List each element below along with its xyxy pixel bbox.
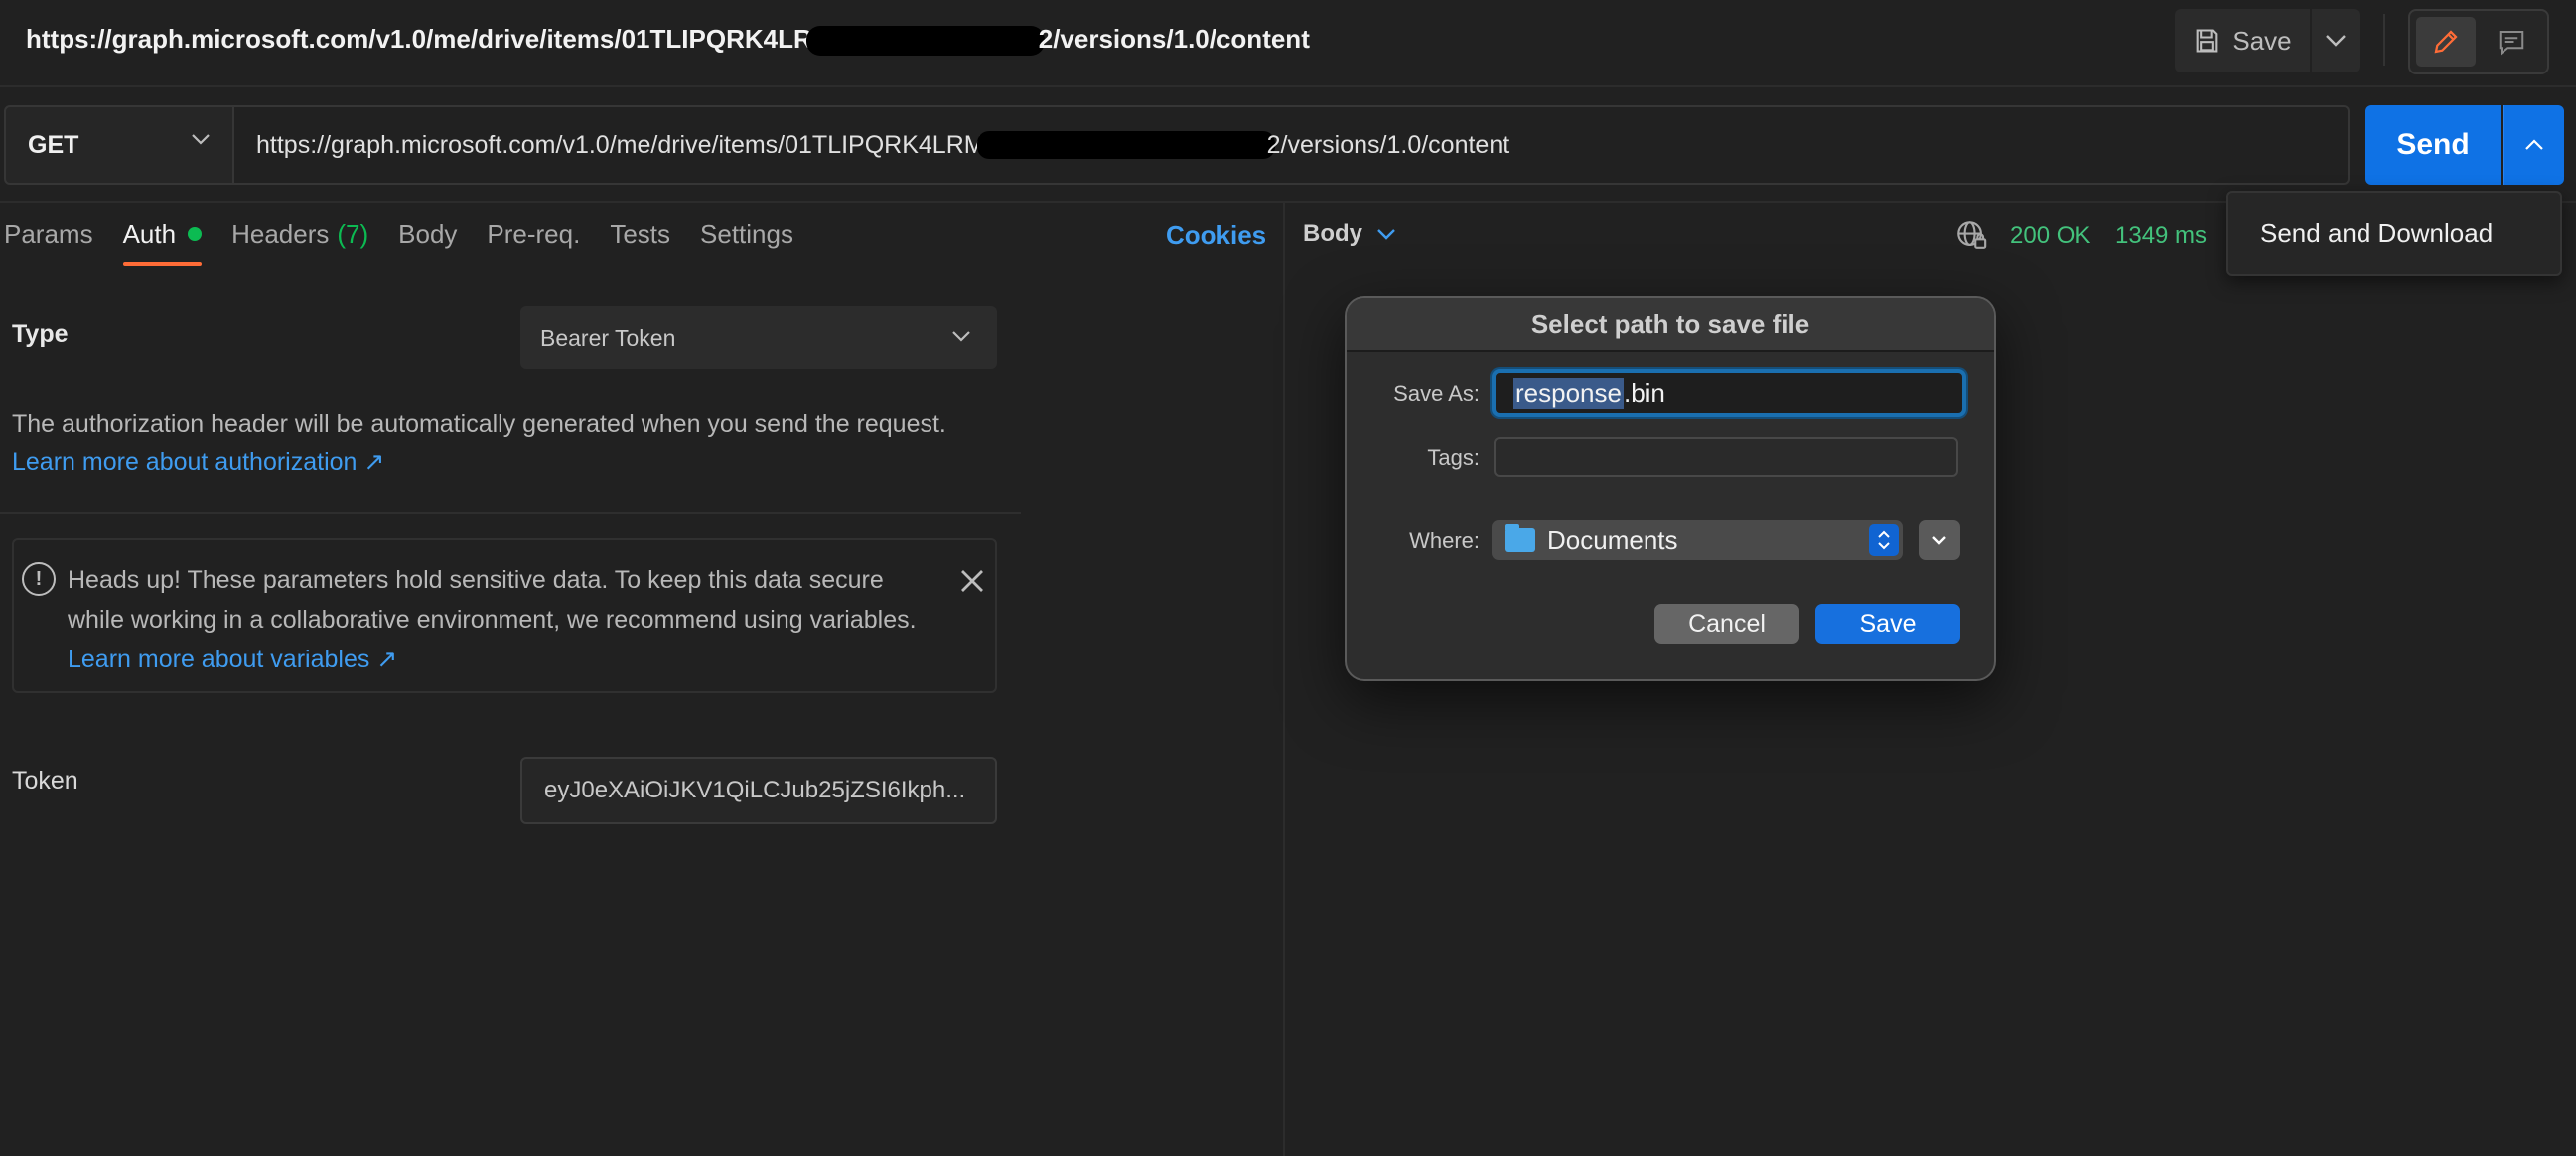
headers-count: (7) [337, 218, 369, 249]
filename-selected-text: response [1513, 377, 1624, 409]
tab-body[interactable]: Body [398, 217, 457, 252]
tab-params[interactable]: Params [4, 217, 93, 252]
tab-label: Tests [610, 218, 671, 249]
save-button[interactable]: Save [2175, 9, 2310, 72]
dialog-save-button[interactable]: Save [1815, 604, 1960, 644]
folder-icon [1505, 524, 1535, 552]
method-value: GET [28, 130, 79, 159]
response-body-select[interactable]: Body [1303, 220, 1396, 248]
alert-message: Heads up! These parameters hold sensitiv… [68, 560, 941, 679]
chevron-down-icon [952, 331, 970, 342]
send-options-button[interactable] [2503, 105, 2564, 185]
where-select[interactable]: Documents [1492, 520, 1903, 560]
edit-mode-button[interactable] [2416, 17, 2476, 67]
sensitive-data-alert: ! Heads up! These parameters hold sensit… [12, 538, 997, 693]
chevron-down-icon [192, 134, 210, 145]
request-title-suffix: 2/versions/1.0/content [1038, 24, 1310, 54]
cancel-button[interactable]: Cancel [1654, 604, 1799, 644]
tab-prereq[interactable]: Pre-req. [487, 217, 580, 252]
url-prefix: https://graph.microsoft.com/v1.0/me/driv… [256, 130, 985, 159]
comment-mode-button[interactable] [2482, 17, 2541, 67]
expand-dialog-button[interactable] [1919, 520, 1960, 560]
divider [0, 201, 2576, 203]
request-tabs: Params Auth Headers (7) Body Pre-req. Tes… [4, 217, 823, 266]
alert-text: Heads up! These parameters hold sensitiv… [68, 566, 917, 634]
auth-type-label: Type [12, 320, 69, 348]
auth-description-text: The authorization header will be automat… [12, 410, 946, 438]
chevron-down-icon [1932, 536, 1946, 545]
tab-auth[interactable]: Auth [122, 217, 203, 266]
auth-description: The authorization header will be automat… [12, 405, 1005, 481]
request-title-prefix: https://graph.microsoft.com/v1.0/me/driv… [26, 24, 812, 54]
where-value: Documents [1547, 524, 1678, 555]
where-label: Where: [1409, 528, 1480, 553]
redaction [976, 131, 1275, 159]
learn-more-authorization-link[interactable]: Learn more about authorization ↗ [12, 443, 1005, 481]
info-icon: ! [22, 562, 56, 596]
save-as-label: Save As: [1393, 381, 1480, 406]
tab-label: Settings [700, 218, 793, 249]
comment-icon [2499, 31, 2524, 56]
chevron-down-icon [1377, 229, 1395, 240]
filename-extension: .bin [1623, 377, 1665, 408]
response-time[interactable]: 1349 ms [2115, 222, 2207, 250]
tab-settings[interactable]: Settings [700, 217, 793, 252]
save-options-button[interactable] [2312, 9, 2360, 72]
send-options-menu: Send and Download [2226, 191, 2562, 276]
auth-type-value: Bearer Token [540, 324, 676, 351]
tab-tests[interactable]: Tests [610, 217, 670, 252]
save-label: Save [2232, 25, 2292, 56]
active-indicator-dot [188, 227, 203, 241]
pane-divider[interactable] [1283, 203, 1285, 1156]
url-suffix: 2/versions/1.0/content [1266, 130, 1510, 159]
request-title[interactable]: https://graph.microsoft.com/v1.0/me/driv… [26, 24, 1310, 57]
save-as-input[interactable]: response .bin [1492, 369, 1966, 417]
send-button[interactable]: Send [2365, 105, 2501, 185]
tab-headers[interactable]: Headers (7) [231, 217, 368, 252]
tab-label: Params [4, 218, 93, 249]
pencil-icon [2434, 30, 2458, 54]
close-icon[interactable] [957, 566, 987, 596]
tags-label: Tags: [1427, 445, 1480, 470]
response-body-label: Body [1303, 220, 1362, 247]
save-button-group: Save [2175, 9, 2360, 72]
mode-toggle [2408, 9, 2549, 74]
divider [0, 512, 1021, 514]
tags-input[interactable] [1494, 437, 1958, 477]
chevron-down-icon [2326, 35, 2346, 47]
token-input[interactable]: eyJ0eXAiOiJKV1QiLCJub25jZSI6Ikph... [520, 757, 997, 824]
chevron-up-icon [2525, 139, 2543, 150]
learn-more-variables-link[interactable]: Learn more about variables ↗ [68, 646, 397, 673]
tab-label: Pre-req. [487, 218, 581, 249]
redaction [805, 26, 1045, 57]
dialog-title: Select path to save file [1347, 298, 1994, 352]
tab-label: Headers [231, 218, 330, 249]
stepper-icon [1869, 524, 1899, 556]
save-file-dialog: Select path to save file Save As: respon… [1345, 296, 1996, 681]
status-code[interactable]: 200 OK [2010, 222, 2090, 250]
auth-type-select[interactable]: Bearer Token [520, 306, 997, 369]
divider [2383, 14, 2385, 66]
method-select[interactable]: GET [4, 105, 234, 185]
send-and-download-menu-item[interactable]: Send and Download [2260, 218, 2493, 249]
cookies-link[interactable]: Cookies [1166, 220, 1266, 251]
token-label: Token [12, 767, 78, 795]
save-icon [2196, 29, 2218, 53]
url-input[interactable]: https://graph.microsoft.com/v1.0/me/driv… [234, 105, 2350, 185]
title-bar: https://graph.microsoft.com/v1.0/me/driv… [0, 0, 2576, 87]
tab-label: Auth [122, 218, 177, 249]
tab-label: Body [398, 218, 458, 249]
network-globe-icon[interactable] [1954, 218, 1988, 252]
